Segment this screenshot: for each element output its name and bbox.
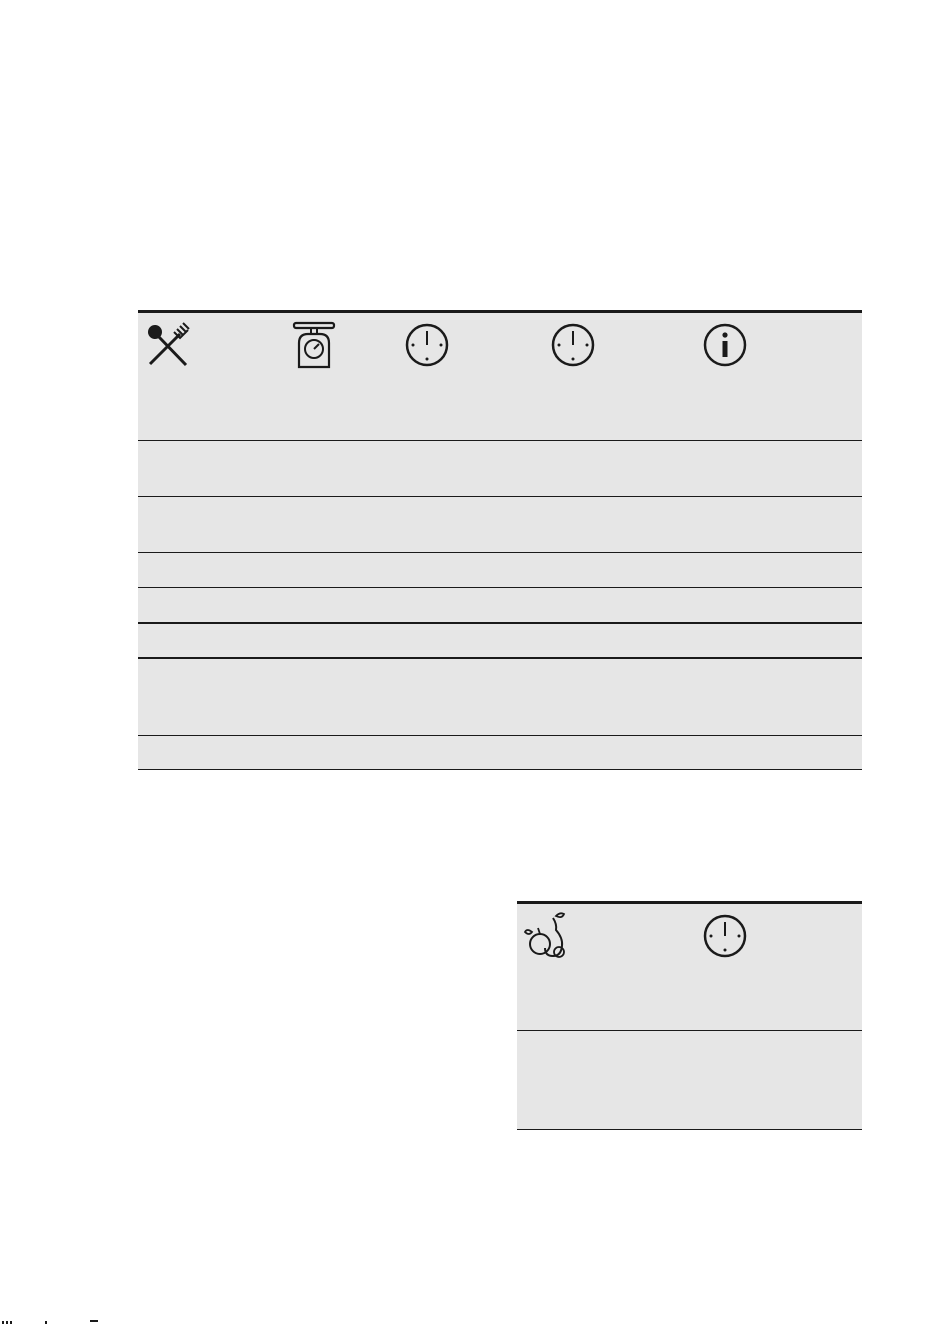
fruit-icon <box>523 912 566 958</box>
cutlery-icon <box>148 322 190 367</box>
table-row <box>138 622 862 659</box>
table-header-row <box>138 313 862 440</box>
table-row <box>138 657 862 737</box>
table-row <box>138 496 862 553</box>
clock-icon <box>703 914 747 958</box>
clock-icon <box>405 323 449 367</box>
table-header-row <box>517 904 862 1030</box>
table-row <box>517 1030 862 1130</box>
fruit-table <box>517 901 862 1130</box>
clock-icon <box>551 323 595 367</box>
table-row <box>138 440 862 497</box>
kitchen-scale-icon <box>292 321 336 369</box>
cropped-footer-marks <box>2 1320 98 1324</box>
food-table <box>138 310 862 770</box>
table-row <box>138 587 862 623</box>
info-icon <box>703 323 747 367</box>
table-row <box>138 735 862 770</box>
table-row <box>138 552 862 588</box>
